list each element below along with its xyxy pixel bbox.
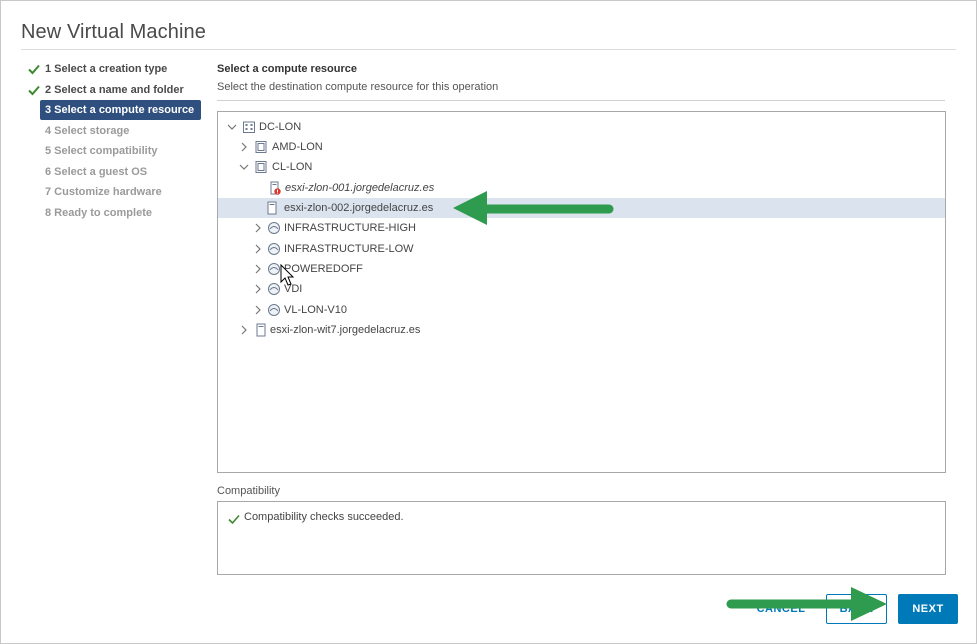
step-label: 3 Select a compute resource: [45, 104, 195, 116]
step-label: 8 Ready to complete: [45, 206, 152, 219]
chevron-right-icon[interactable]: [253, 284, 263, 294]
step-3[interactable]: 3 Select a compute resource: [40, 100, 201, 120]
tree-node-esxi-zlon-002[interactable]: esxi-zlon-002.jorgedelacruz.es: [218, 198, 945, 218]
tree-node-esxi-zlon-wit7[interactable]: esxi-zlon-wit7.jorgedelacruz.es: [218, 320, 945, 340]
dialog-title: New Virtual Machine: [21, 21, 206, 43]
chevron-right-icon[interactable]: [239, 142, 249, 152]
cluster-icon: [255, 161, 267, 173]
content-divider: [217, 100, 945, 101]
step-1[interactable]: 1 Select a creation type: [27, 59, 205, 79]
tree-node-label: CL-LON: [272, 161, 313, 173]
new-vm-dialog: New Virtual Machine 1 Select a creation …: [0, 0, 977, 644]
back-button[interactable]: BACK: [826, 594, 887, 624]
tree-node-label: AMD-LON: [272, 141, 323, 153]
tree-node-dc-lon[interactable]: DC-LON: [218, 117, 945, 137]
chevron-down-icon[interactable]: [239, 162, 249, 172]
compute-resource-tree[interactable]: DC-LON AMD-LON CL-LON esxi-zlon-001.jorg…: [217, 111, 946, 473]
step-7[interactable]: 7 Customize hardware: [27, 182, 205, 202]
check-icon: [28, 85, 40, 95]
compatibility-label: Compatibility: [217, 485, 280, 497]
step-label: 2 Select a name and folder: [45, 83, 184, 96]
step-5[interactable]: 5 Select compatibility: [27, 141, 205, 161]
step-2[interactable]: 2 Select a name and folder: [27, 80, 205, 100]
chevron-right-icon[interactable]: [253, 244, 263, 254]
content-subtitle: Select the destination compute resource …: [217, 81, 499, 93]
step-label: 6 Select a guest OS: [45, 165, 148, 178]
tree-node-label: INFRASTRUCTURE-LOW: [284, 243, 414, 255]
check-icon: [28, 64, 40, 75]
host-icon: [256, 323, 266, 337]
resource-pool-icon: [268, 263, 280, 275]
resource-pool-icon: [268, 222, 280, 234]
chevron-right-icon[interactable]: [239, 325, 249, 335]
tree-node-label: INFRASTRUCTURE-HIGH: [284, 222, 416, 234]
cluster-icon: [255, 141, 267, 153]
step-4[interactable]: 4 Select storage: [27, 121, 205, 141]
chevron-right-icon[interactable]: [253, 305, 263, 315]
resource-pool-icon: [268, 304, 280, 316]
step-8[interactable]: 8 Ready to complete: [27, 203, 205, 223]
tree-node-label: VL-LON-V10: [284, 304, 347, 316]
tree-node-poweredoff[interactable]: POWEREDOFF: [218, 259, 945, 279]
step-6[interactable]: 6 Select a guest OS: [27, 162, 205, 182]
tree-node-esxi-zlon-001[interactable]: esxi-zlon-001.jorgedelacruz.es: [218, 178, 945, 198]
content-title: Select a compute resource: [217, 63, 358, 75]
tree-node-label: esxi-zlon-002.jorgedelacruz.es: [284, 202, 434, 214]
tree-node-amd-lon[interactable]: AMD-LON: [218, 137, 945, 157]
compatibility-panel: Compatibility checks succeeded.: [217, 501, 946, 575]
tree-node-vl-lon-v10[interactable]: VL-LON-V10: [218, 300, 945, 320]
tree-node-vdi[interactable]: VDI: [218, 279, 945, 299]
resource-pool-icon: [268, 243, 280, 255]
cancel-button[interactable]: CANCEL: [741, 594, 821, 624]
tree-node-label: esxi-zlon-001.jorgedelacruz.es: [285, 182, 435, 194]
tree-node-label: DC-LON: [259, 121, 302, 133]
datacenter-icon: [243, 121, 255, 133]
step-label: 4 Select storage: [45, 124, 130, 137]
tree-node-infrastructure-low[interactable]: INFRASTRUCTURE-LOW: [218, 239, 945, 259]
wizard-steps: 1 Select a creation type 2 Select a name…: [27, 59, 205, 223]
tree-node-cl-lon[interactable]: CL-LON: [218, 157, 945, 177]
step-label: 5 Select compatibility: [45, 145, 158, 157]
tree-node-label: VDI: [284, 283, 303, 295]
compatibility-message: Compatibility checks succeeded.: [244, 511, 404, 523]
tree-node-infrastructure-high[interactable]: INFRASTRUCTURE-HIGH: [218, 218, 945, 238]
host-error-icon: [270, 181, 281, 195]
chevron-right-icon[interactable]: [253, 223, 263, 233]
title-divider: [21, 49, 956, 50]
next-button[interactable]: NEXT: [898, 594, 958, 624]
step-label: 7 Customize hardware: [45, 186, 162, 198]
check-icon: [228, 514, 240, 525]
host-icon: [267, 201, 277, 215]
tree-node-label: esxi-zlon-wit7.jorgedelacruz.es: [270, 324, 421, 336]
resource-pool-icon: [268, 283, 280, 295]
chevron-down-icon[interactable]: [227, 122, 237, 132]
tree-node-label: POWEREDOFF: [284, 263, 363, 275]
step-label: 1 Select a creation type: [45, 63, 168, 75]
chevron-right-icon[interactable]: [253, 264, 263, 274]
